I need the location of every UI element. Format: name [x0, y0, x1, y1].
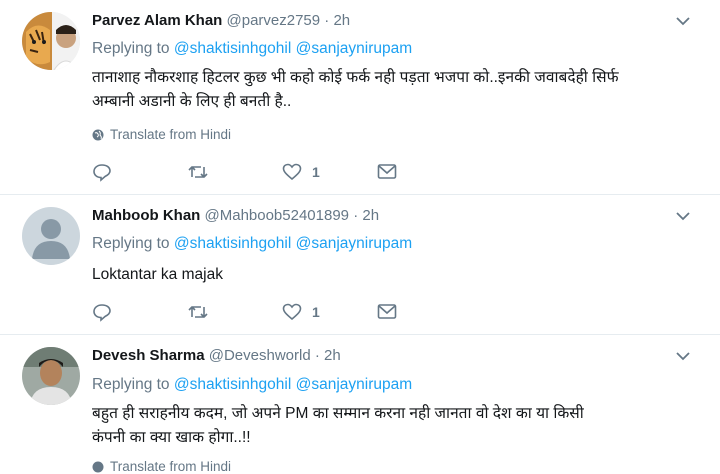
tweet[interactable]: Parvez Alam Khan @parvez2759 · 2h Replyi… — [0, 0, 720, 195]
tweet-text: बहुत ही सराहनीय कदम, जो अपने PM का सम्मा… — [92, 402, 584, 450]
separator-dot: · — [314, 347, 320, 364]
timestamp[interactable]: 2h — [362, 207, 379, 224]
retweet-button[interactable] — [187, 302, 282, 322]
mention-link[interactable]: @sanjaynirupam — [296, 376, 413, 393]
reply-context: Replying to @shaktisinhgohil @sanjayniru… — [92, 235, 412, 253]
retweet-button[interactable] — [187, 162, 282, 182]
display-name[interactable]: Parvez Alam Khan — [92, 12, 222, 29]
display-name[interactable]: Devesh Sharma — [92, 347, 205, 364]
globe-icon — [92, 129, 104, 140]
tweet-text: Loktantar ka majak — [92, 263, 223, 287]
user-handle[interactable]: @parvez2759 — [227, 12, 321, 29]
chevron-down-icon[interactable] — [676, 211, 690, 221]
translate-label[interactable]: Translate from Hindi — [110, 459, 231, 474]
mention-link[interactable]: @shaktisinhgohil — [174, 40, 291, 57]
envelope-icon — [377, 304, 397, 319]
like-button[interactable]: 1 — [282, 302, 377, 322]
chevron-down-icon[interactable] — [676, 351, 690, 361]
avatar[interactable] — [22, 12, 80, 70]
timestamp[interactable]: 2h — [333, 12, 350, 29]
reply-context: Replying to @shaktisinhgohil @sanjayniru… — [92, 376, 412, 394]
avatar-photo-icon — [22, 347, 80, 405]
reply-icon — [93, 304, 111, 322]
globe-icon — [92, 461, 104, 472]
replying-to-label: Replying to — [92, 376, 170, 393]
tweet-text-line: अम्बानी अडानी के लिए ही बनती है.. — [92, 93, 292, 110]
mention-link[interactable]: @shaktisinhgohil — [174, 376, 291, 393]
reply-button[interactable] — [92, 302, 187, 322]
reply-icon — [93, 164, 111, 182]
direct-message-button[interactable] — [377, 303, 397, 321]
reply-context: Replying to @shaktisinhgohil @sanjayniru… — [92, 40, 412, 58]
default-avatar-icon — [22, 207, 80, 265]
heart-icon — [282, 163, 302, 181]
retweet-icon — [188, 306, 208, 318]
retweet-icon — [188, 166, 208, 178]
avatar[interactable] — [22, 207, 80, 265]
tweet[interactable]: Devesh Sharma @Deveshworld · 2h Replying… — [0, 335, 720, 474]
like-button[interactable]: 1 — [282, 162, 377, 182]
tweet-text-line: तानाशाह नौकरशाह हिटलर कुछ भी कहो कोई फर्… — [92, 69, 619, 86]
direct-message-button[interactable] — [377, 163, 397, 181]
translate-link[interactable]: Translate from Hindi — [92, 459, 231, 474]
tweet-text-line: Loktantar ka majak — [92, 266, 223, 283]
like-count: 1 — [312, 304, 320, 320]
tweet-actions: 1 — [92, 162, 397, 182]
reply-button[interactable] — [92, 162, 187, 182]
tweet[interactable]: Mahboob Khan @Mahboob52401899 · 2h Reply… — [0, 195, 720, 335]
replying-to-label: Replying to — [92, 235, 170, 252]
mention-link[interactable]: @shaktisinhgohil — [174, 235, 291, 252]
user-handle[interactable]: @Deveshworld — [209, 347, 311, 364]
heart-icon — [282, 303, 302, 321]
display-name[interactable]: Mahboob Khan — [92, 207, 200, 224]
avatar[interactable] — [22, 347, 80, 405]
mention-link[interactable]: @sanjaynirupam — [296, 40, 413, 57]
tweet-text-line: बहुत ही सराहनीय कदम, जो अपने PM का सम्मा… — [92, 405, 584, 422]
chevron-down-icon[interactable] — [676, 16, 690, 26]
tweet-text-line: कंपनी का क्या खाक होगा..!! — [92, 429, 251, 446]
avatar-photo-icon — [22, 12, 80, 70]
timestamp[interactable]: 2h — [324, 347, 341, 364]
user-handle[interactable]: @Mahboob52401899 — [205, 207, 350, 224]
mention-link[interactable]: @sanjaynirupam — [296, 235, 413, 252]
separator-dot: · — [353, 207, 359, 224]
translate-label[interactable]: Translate from Hindi — [110, 127, 231, 142]
tweet-actions: 1 — [92, 302, 397, 322]
envelope-icon — [377, 164, 397, 179]
like-count: 1 — [312, 164, 320, 180]
translate-link[interactable]: Translate from Hindi — [92, 127, 231, 142]
replying-to-label: Replying to — [92, 40, 170, 57]
separator-dot: · — [324, 12, 330, 29]
tweet-text: तानाशाह नौकरशाह हिटलर कुछ भी कहो कोई फर्… — [92, 66, 619, 114]
